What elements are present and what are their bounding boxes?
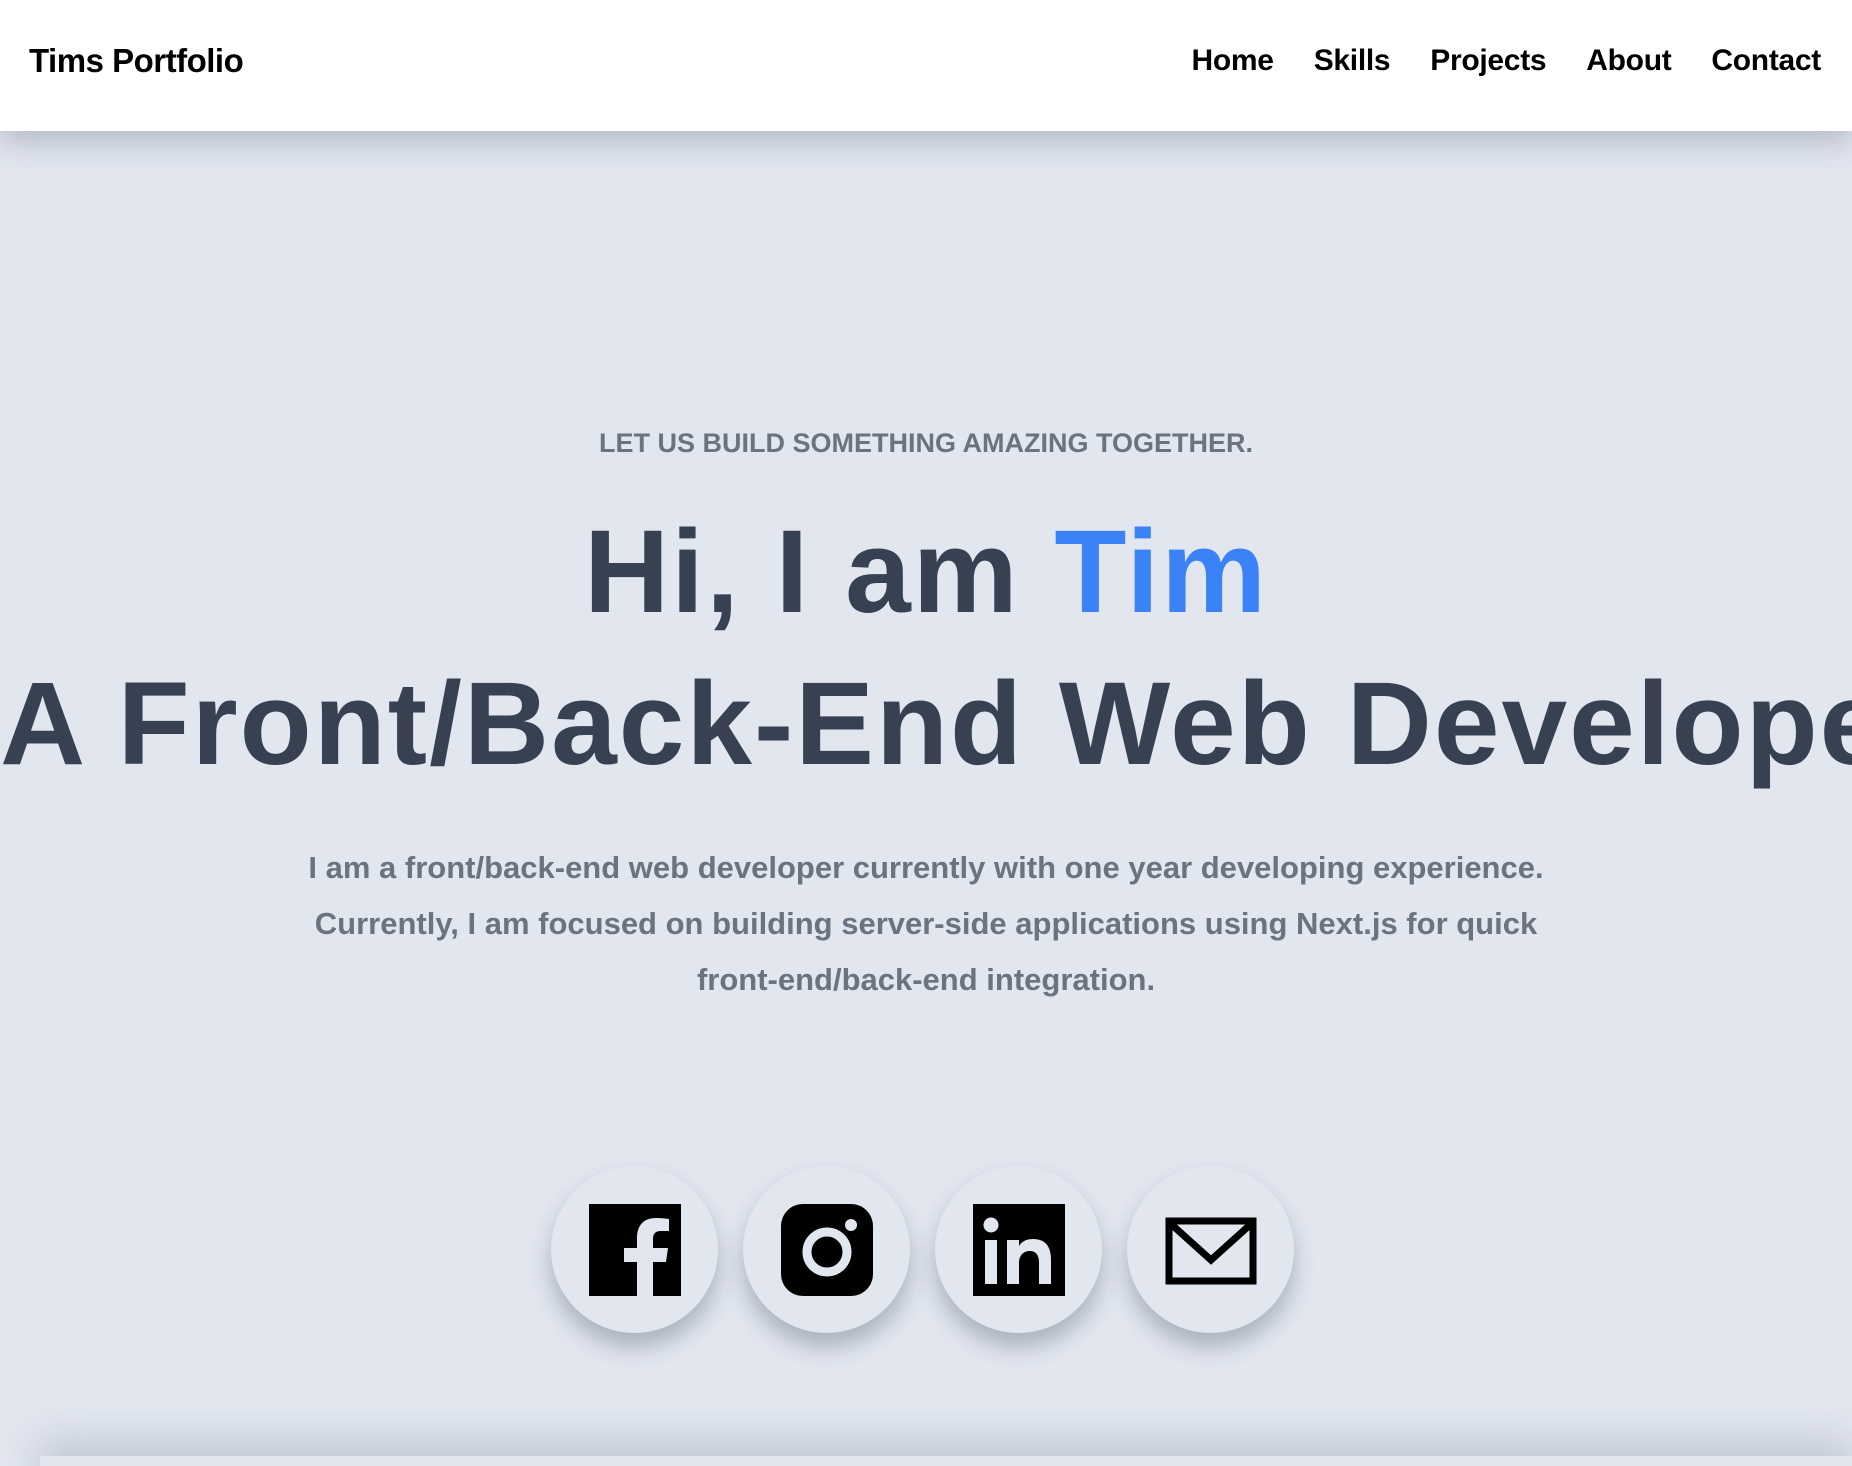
hero-tagline: LET US BUILD SOMETHING AMAZING TOGETHER. <box>599 428 1253 458</box>
hero-headline: Hi, I am Tim A Front/Back-End Web Develo… <box>0 496 1852 800</box>
hero-bio: I am a front/back-end web developer curr… <box>308 850 1544 997</box>
hero-name: Tim <box>1054 506 1269 638</box>
nav-link-projects[interactable]: Projects <box>1430 44 1546 78</box>
instagram-icon <box>780 1203 873 1296</box>
social-links <box>551 1166 1294 1333</box>
hero-role: A Front/Back-End Web Developer <box>0 658 1852 790</box>
hero-section: LET US BUILD SOMETHING AMAZING TOGETHER.… <box>0 0 1852 1466</box>
mail-icon <box>1165 1217 1256 1284</box>
instagram-button[interactable] <box>743 1166 910 1333</box>
nav-link-skills[interactable]: Skills <box>1314 44 1391 78</box>
linkedin-button[interactable] <box>935 1166 1102 1333</box>
navbar: Tims Portfolio Home Skills Projects Abou… <box>0 0 1852 131</box>
email-button[interactable] <box>1127 1166 1294 1333</box>
portfolio-page: Tims Portfolio Home Skills Projects Abou… <box>0 0 1852 1466</box>
next-section-edge <box>40 1456 1852 1466</box>
nav-link-home[interactable]: Home <box>1192 44 1274 78</box>
linkedin-icon <box>972 1203 1065 1296</box>
nav-link-contact[interactable]: Contact <box>1711 44 1821 78</box>
nav-link-about[interactable]: About <box>1586 44 1671 78</box>
brand-logo-text[interactable]: Tims Portfolio <box>29 42 244 80</box>
greeting-line: Hi, I am Tim <box>0 496 1852 648</box>
facebook-icon <box>588 1203 681 1298</box>
facebook-button[interactable] <box>551 1166 718 1333</box>
nav-menu: Home Skills Projects About Contact <box>1192 44 1822 78</box>
greeting-prefix: Hi, I am <box>583 506 1055 638</box>
